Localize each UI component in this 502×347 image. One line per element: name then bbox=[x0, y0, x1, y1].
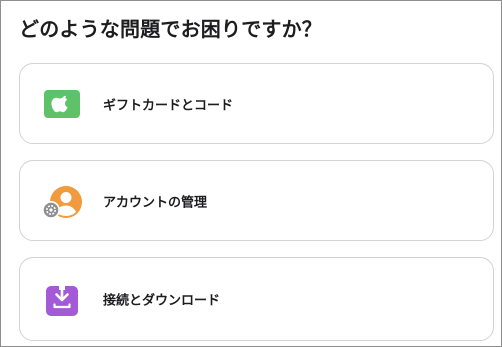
support-panel: どのような問題でお困りですか？ ギフトカードとコード アカウントの管理 接続とダ… bbox=[0, 0, 502, 347]
gift-card-icon bbox=[44, 90, 80, 118]
option-label: 接続とダウンロード bbox=[103, 293, 221, 309]
page-title: どのような問題でお困りですか？ bbox=[19, 17, 322, 41]
option-gift-cards-and-codes[interactable]: ギフトカードとコード bbox=[19, 63, 494, 144]
option-connection-and-download[interactable]: 接続とダウンロード bbox=[19, 257, 494, 341]
download-icon bbox=[46, 284, 78, 316]
option-label: ギフトカードとコード bbox=[103, 98, 234, 113]
option-label: アカウントの管理 bbox=[103, 195, 208, 210]
option-account-management[interactable]: アカウントの管理 bbox=[19, 160, 494, 241]
account-settings-icon bbox=[42, 186, 82, 219]
